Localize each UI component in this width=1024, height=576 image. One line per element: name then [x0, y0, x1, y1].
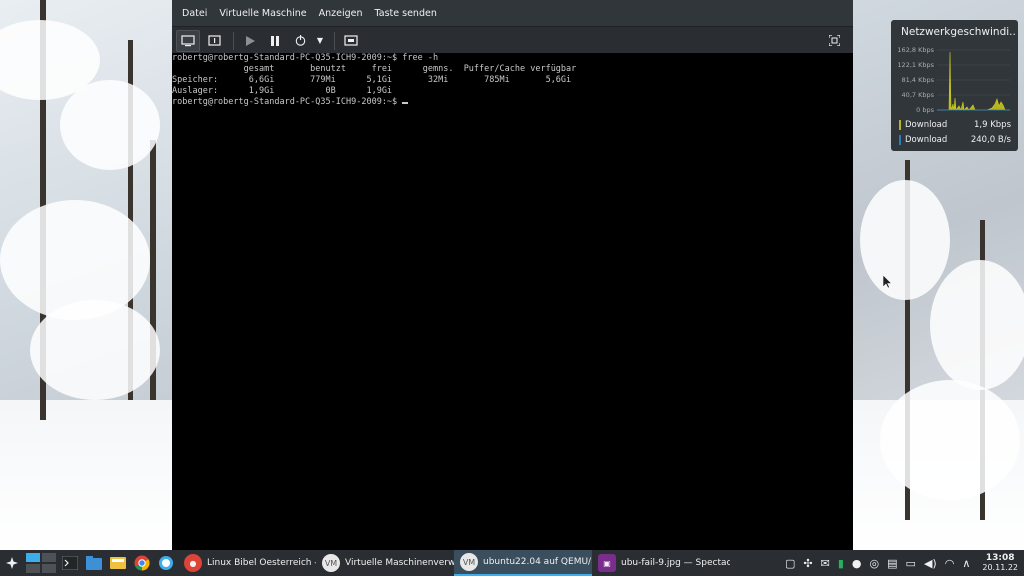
task-label: ubu-fail-9.jpg — Spectacle: [621, 558, 730, 568]
toolbar-separator: [334, 31, 335, 50]
terminal-prompt: robertg@robertg-Standard-PC-Q35-ICH9-200…: [172, 97, 403, 107]
files-icon: [110, 557, 126, 569]
pager-icon: [26, 553, 56, 573]
fullscreen-icon: [828, 35, 840, 46]
y-tick-label: 0 bps: [916, 106, 934, 114]
wifi-icon[interactable]: ◠: [945, 557, 955, 570]
digital-clock[interactable]: 13:08 20.11.22: [982, 553, 1018, 573]
snow-branch: [880, 380, 1020, 500]
terminal-line: gesamt benutzt frei gemns. Puffer/Cache …: [172, 64, 577, 74]
virt-manager-icon: VM: [460, 553, 478, 571]
updates-icon[interactable]: ▮: [838, 557, 844, 570]
y-tick-label: 40,7 Kbps: [902, 91, 935, 99]
info-icon: [207, 34, 221, 46]
play-icon: [246, 35, 255, 46]
menu-virtual-machine[interactable]: Virtuelle Maschine: [213, 8, 312, 19]
mouse-pointer-icon: [883, 275, 892, 289]
details-view-button[interactable]: [203, 31, 225, 51]
task-label: Linux Bibel Oesterreich - ...: [207, 558, 316, 568]
taskbar: ● Linux Bibel Oesterreich - ... VM Virtu…: [0, 550, 1024, 576]
terminal-prompt-line: robertg@robertg-Standard-PC-Q35-ICH9-200…: [172, 97, 853, 108]
virtual-desktop-pager[interactable]: [24, 551, 58, 575]
toolbar-separator: [233, 31, 234, 50]
application-launcher-button[interactable]: [0, 551, 24, 575]
network-speed-widget[interactable]: Netzwerkgeschwindi... 162,8 Kbps 122,1 K…: [891, 20, 1018, 151]
spectacle-icon: ▣: [598, 554, 616, 572]
konsole-launcher[interactable]: [58, 551, 82, 575]
legend-swatch: [899, 135, 901, 145]
notifications-icon[interactable]: ●: [852, 557, 862, 570]
snow-branch: [60, 80, 160, 170]
terminal-line: Speicher: 6,6Gi 779Mi 5,1Gi 32Mi 785Mi 5…: [172, 75, 572, 85]
clock-time: 13:08: [985, 553, 1015, 563]
y-tick-label: 81,4 Kbps: [902, 76, 935, 84]
task-chrome[interactable]: ● Linux Bibel Oesterreich - ...: [178, 550, 316, 576]
virt-manager-icon: VM: [322, 554, 340, 572]
text-cursor: [402, 102, 409, 104]
system-tray: ▢ ✣ ✉ ▮ ● ◎ ▤ ▭ ◀) ◠ ∧: [781, 557, 974, 570]
task-virt-manager[interactable]: VM Virtuelle Maschinenverwal...: [316, 550, 454, 576]
volume-icon[interactable]: ◀): [924, 557, 937, 570]
tray-expand-chevron-up-icon[interactable]: ∧: [962, 557, 970, 570]
terminal-icon: [62, 556, 78, 570]
snapshot-icon: [344, 34, 358, 46]
show-desktop-icon[interactable]: ▢: [785, 557, 795, 570]
y-tick-label: 162,8 Kbps: [897, 46, 934, 54]
terminal-line: robertg@robertg-Standard-PC-Q35-ICH9-200…: [172, 53, 439, 63]
menu-view[interactable]: Anzeigen: [313, 8, 369, 19]
snow-branch: [930, 260, 1024, 390]
power-icon: [295, 35, 305, 46]
chrome-icon: ●: [184, 554, 202, 572]
task-label: ubuntu22.04 auf QEMU/K...: [483, 557, 592, 567]
network-widget-title: Netzwerkgeschwindi...: [901, 26, 1016, 38]
legend-label: Download: [905, 120, 948, 130]
legend-value: 240,0 B/s: [970, 135, 1011, 145]
chat-icon: [159, 556, 173, 570]
launcher-icon: [6, 557, 18, 569]
download-series-line: [937, 51, 1010, 111]
run-button[interactable]: [239, 31, 261, 51]
menu-file[interactable]: Datei: [176, 8, 213, 19]
chrome-icon: [134, 555, 150, 571]
snapshots-button[interactable]: [340, 31, 362, 51]
console-view-button[interactable]: [176, 29, 200, 52]
file-manager-launcher[interactable]: [106, 551, 130, 575]
snow-branch: [860, 180, 950, 300]
y-tick-label: 122,1 Kbps: [897, 61, 934, 69]
shutdown-menu-chevron-down-icon[interactable]: ▼: [314, 31, 326, 51]
monitor-icon: [181, 34, 195, 46]
legend-item: Download 240,0 B/s: [899, 135, 1011, 145]
clipboard-icon[interactable]: ▤: [887, 557, 897, 570]
task-label: Virtuelle Maschinenverwal...: [345, 558, 454, 568]
folder-icon: [86, 556, 102, 570]
pause-icon: [271, 35, 279, 46]
legend-label: Download: [905, 135, 948, 145]
chrome-launcher[interactable]: [130, 551, 154, 575]
guest-terminal[interactable]: robertg@robertg-Standard-PC-Q35-ICH9-200…: [172, 53, 853, 550]
messenger-launcher[interactable]: [154, 551, 178, 575]
vm-toolbar: ▼: [172, 26, 853, 54]
legend-value: 1,9 Kbps: [973, 120, 1011, 130]
menu-bar: Datei Virtuelle Maschine Anzeigen Taste …: [172, 0, 853, 26]
vpn-icon[interactable]: ◎: [870, 557, 880, 570]
mail-icon[interactable]: ✉: [821, 557, 830, 570]
menu-send-key[interactable]: Taste senden: [369, 8, 443, 19]
pause-button[interactable]: [264, 31, 286, 51]
clock-date: 20.11.22: [982, 563, 1018, 572]
vm-viewer-window[interactable]: Datei Virtuelle Maschine Anzeigen Taste …: [172, 0, 853, 550]
terminal-line: Auslager: 1,9Gi 0B 1,9Gi: [172, 86, 393, 96]
display-icon[interactable]: ▭: [906, 557, 916, 570]
task-vm-console[interactable]: VM ubuntu22.04 auf QEMU/K...: [454, 550, 592, 576]
legend-swatch: [899, 120, 901, 130]
snow-branch: [30, 300, 160, 400]
legend-item: Download 1,9 Kbps: [899, 120, 1011, 130]
kde-connect-icon[interactable]: ✣: [803, 557, 812, 570]
shutdown-button[interactable]: [289, 31, 311, 51]
dolphin-launcher[interactable]: [82, 551, 106, 575]
task-spectacle[interactable]: ▣ ubu-fail-9.jpg — Spectacle: [592, 550, 730, 576]
fullscreen-button[interactable]: [823, 31, 845, 51]
